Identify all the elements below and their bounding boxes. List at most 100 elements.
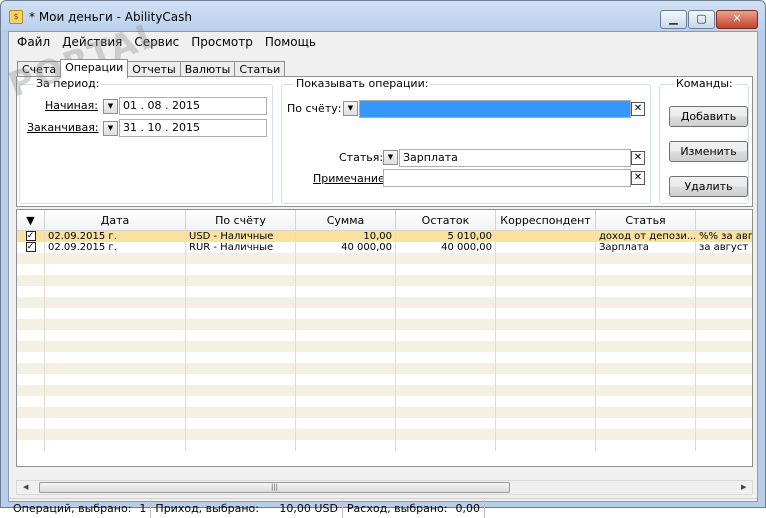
row-checkbox[interactable]: ✓: [17, 242, 45, 253]
row-checkbox[interactable]: [17, 352, 45, 363]
table-row[interactable]: [17, 253, 752, 264]
scroll-left-icon[interactable]: ◀: [23, 483, 28, 491]
account-field[interactable]: [359, 100, 631, 118]
category-field[interactable]: Зарплата: [399, 149, 631, 167]
table-row[interactable]: [17, 429, 752, 440]
row-checkbox[interactable]: [17, 330, 45, 341]
column-header-category[interactable]: Статья: [596, 210, 696, 231]
menu-service[interactable]: Сервис: [128, 35, 185, 49]
minimize-button[interactable]: ▁: [660, 10, 687, 29]
note-clear-icon[interactable]: ✕: [631, 171, 645, 185]
category-clear-icon[interactable]: ✕: [631, 151, 645, 165]
table-row[interactable]: ✓ 02.09.2015 г. RUR - Наличные 40 000,00 40 …: [17, 242, 752, 253]
column-header-check[interactable]: ▼: [17, 210, 45, 231]
menu-view[interactable]: Просмотр: [185, 35, 259, 49]
column-header-correspondent[interactable]: Корреспондент: [496, 210, 596, 231]
row-checkbox[interactable]: [17, 319, 45, 330]
table-row[interactable]: [17, 297, 752, 308]
table-row[interactable]: [17, 418, 752, 429]
table-row[interactable]: [17, 385, 752, 396]
row-checkbox[interactable]: ✓: [17, 231, 45, 242]
end-date-field[interactable]: 31 . 10 . 2015: [119, 119, 267, 137]
table-row[interactable]: [17, 330, 752, 341]
title-bar[interactable]: $ * Мои деньги - AbilityCash ▁ ▢ ✕: [1, 1, 765, 31]
menu-help[interactable]: Помощь: [259, 35, 322, 49]
row-checkbox[interactable]: [17, 429, 45, 440]
row-checkbox[interactable]: [17, 385, 45, 396]
app-icon[interactable]: $: [9, 10, 23, 24]
account-label: По счёту:: [287, 102, 342, 115]
row-checkbox[interactable]: [17, 264, 45, 275]
income-selected-label: Приход, выбрано:: [155, 501, 259, 515]
table-row[interactable]: [17, 396, 752, 407]
cell-note: [696, 440, 752, 451]
cell-category: [596, 275, 696, 286]
category-dropdown[interactable]: ▼: [383, 150, 398, 165]
column-header-amount[interactable]: Сумма: [296, 210, 396, 231]
close-button[interactable]: ✕: [716, 10, 758, 29]
cell-amount: [296, 319, 396, 330]
table-row[interactable]: [17, 440, 752, 451]
column-header-note[interactable]: [696, 210, 752, 231]
column-header-account[interactable]: По счёту: [186, 210, 296, 231]
row-checkbox[interactable]: [17, 275, 45, 286]
row-checkbox[interactable]: [17, 341, 45, 352]
horizontal-scrollbar[interactable]: ◀ ||| ▶: [16, 480, 753, 495]
cell-balance: [396, 264, 496, 275]
end-date-dropdown[interactable]: ▼: [103, 121, 118, 136]
column-header-date[interactable]: Дата: [45, 210, 186, 231]
cell-category: [596, 297, 696, 308]
scroll-right-icon[interactable]: ▶: [741, 483, 746, 491]
cell-balance: [396, 286, 496, 297]
table-row[interactable]: [17, 341, 752, 352]
table-row[interactable]: [17, 352, 752, 363]
start-date-field[interactable]: 01 . 08 . 2015: [119, 97, 267, 115]
cell-account: [186, 341, 296, 352]
row-checkbox[interactable]: [17, 396, 45, 407]
cell-date: 02.09.2015 г.: [45, 231, 186, 242]
start-date-dropdown[interactable]: ▼: [103, 99, 118, 114]
delete-button[interactable]: Удалить: [669, 176, 748, 197]
row-checkbox[interactable]: [17, 297, 45, 308]
add-button[interactable]: Добавить: [669, 106, 748, 127]
edit-button[interactable]: Изменить: [669, 141, 748, 162]
cell-correspondent: [496, 286, 596, 297]
table-row[interactable]: [17, 308, 752, 319]
table-row[interactable]: [17, 374, 752, 385]
row-checkbox[interactable]: [17, 407, 45, 418]
account-dropdown[interactable]: ▼: [343, 101, 358, 116]
cell-balance: [396, 308, 496, 319]
cell-note: [696, 374, 752, 385]
table-row[interactable]: [17, 363, 752, 374]
maximize-button[interactable]: ▢: [688, 10, 715, 29]
table-row[interactable]: [17, 319, 752, 330]
operations-table[interactable]: ▼ Дата По счёту Сумма Остаток Корреспонд…: [16, 209, 753, 467]
checkbox-icon[interactable]: ✓: [25, 242, 36, 252]
cell-note: [696, 308, 752, 319]
row-checkbox[interactable]: [17, 440, 45, 451]
cell-account: [186, 363, 296, 374]
tab-operations[interactable]: Операции: [60, 59, 129, 78]
scroll-thumb[interactable]: |||: [39, 482, 510, 493]
tab-strip: Счета Операции Отчеты Валюты Статьи: [17, 59, 286, 78]
account-clear-icon[interactable]: ✕: [631, 102, 645, 116]
row-checkbox[interactable]: [17, 253, 45, 264]
column-header-balance[interactable]: Остаток: [396, 210, 496, 231]
row-checkbox[interactable]: [17, 363, 45, 374]
table-row[interactable]: [17, 407, 752, 418]
row-checkbox[interactable]: [17, 308, 45, 319]
menu-actions[interactable]: Действия: [56, 35, 128, 49]
cell-correspondent: [496, 253, 596, 264]
checkbox-icon[interactable]: ✓: [25, 231, 36, 241]
cell-note: [696, 429, 752, 440]
table-row[interactable]: ✓ 02.09.2015 г. USD - Наличные 10,00 5 010,0…: [17, 231, 752, 242]
table-row[interactable]: [17, 264, 752, 275]
row-checkbox[interactable]: [17, 286, 45, 297]
row-checkbox[interactable]: [17, 374, 45, 385]
table-row[interactable]: [17, 275, 752, 286]
menu-file[interactable]: Файл: [11, 35, 56, 49]
row-checkbox[interactable]: [17, 418, 45, 429]
table-row[interactable]: [17, 286, 752, 297]
note-field[interactable]: [383, 169, 631, 187]
cell-category: [596, 330, 696, 341]
